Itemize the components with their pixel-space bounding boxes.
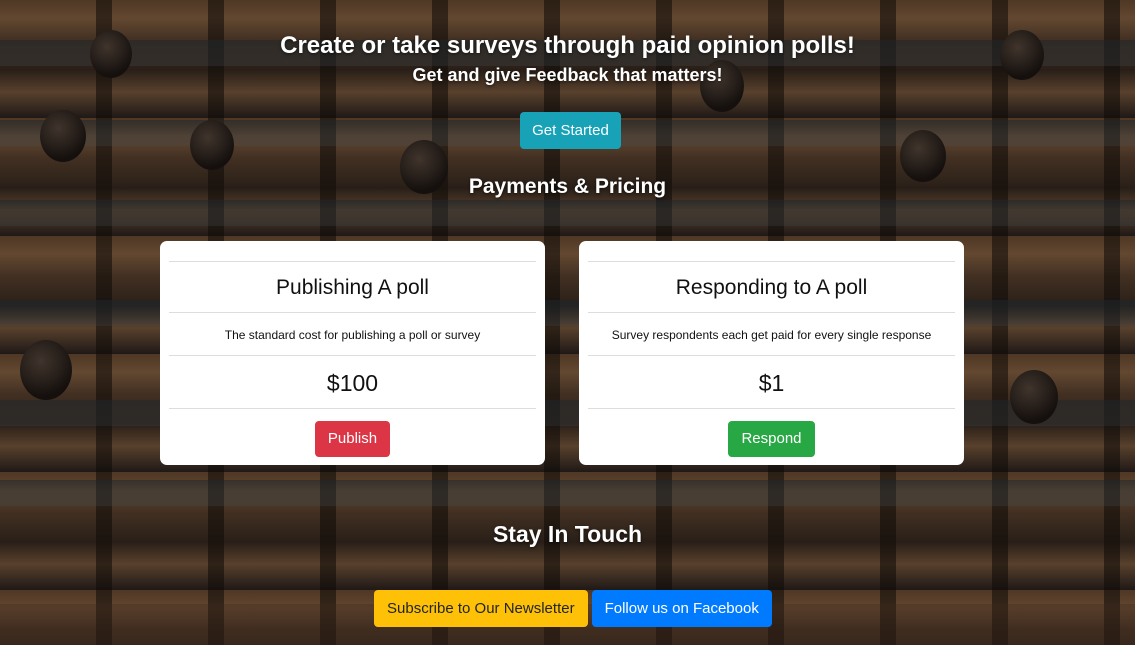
card-divider — [588, 312, 955, 313]
subscribe-newsletter-button[interactable]: Subscribe to Our Newsletter — [374, 590, 588, 627]
card-divider — [588, 408, 955, 409]
main-content: Create or take surveys through paid opin… — [0, 0, 1135, 645]
hero-subtitle: Get and give Feedback that matters! — [412, 65, 723, 85]
card-price: $100 — [326, 370, 379, 396]
stay-in-touch-title: Stay In Touch — [492, 521, 643, 547]
card-divider — [588, 355, 955, 356]
footer-buttons: Subscribe to Our Newsletter Follow us on … — [374, 590, 772, 627]
publish-button[interactable]: Publish — [314, 421, 391, 457]
pricing-section-title: Payments & Pricing — [468, 175, 667, 198]
card-divider — [588, 261, 955, 262]
hero-title: Create or take surveys through paid opin… — [280, 32, 855, 59]
card-title: Publishing A poll — [276, 276, 429, 299]
card-price: $1 — [758, 370, 785, 396]
get-started-button[interactable]: Get Started — [520, 112, 621, 149]
publishing-poll-card: Publishing A poll The standard cost for … — [160, 241, 545, 465]
responding-poll-card: Responding to A poll Survey respondents … — [579, 241, 964, 465]
follow-facebook-button[interactable]: Follow us on Facebook — [591, 590, 772, 627]
card-description: Survey respondents each get paid for eve… — [611, 328, 932, 342]
card-divider — [169, 355, 536, 356]
card-divider — [169, 261, 536, 262]
landing-page: Create or take surveys through paid opin… — [0, 0, 1135, 645]
card-button-wrap: Respond — [579, 421, 964, 457]
card-button-wrap: Publish — [160, 421, 545, 457]
card-divider — [169, 312, 536, 313]
card-title: Responding to A poll — [675, 276, 868, 299]
card-divider — [169, 408, 536, 409]
card-description: The standard cost for publishing a poll … — [224, 328, 481, 342]
respond-button[interactable]: Respond — [728, 421, 815, 457]
